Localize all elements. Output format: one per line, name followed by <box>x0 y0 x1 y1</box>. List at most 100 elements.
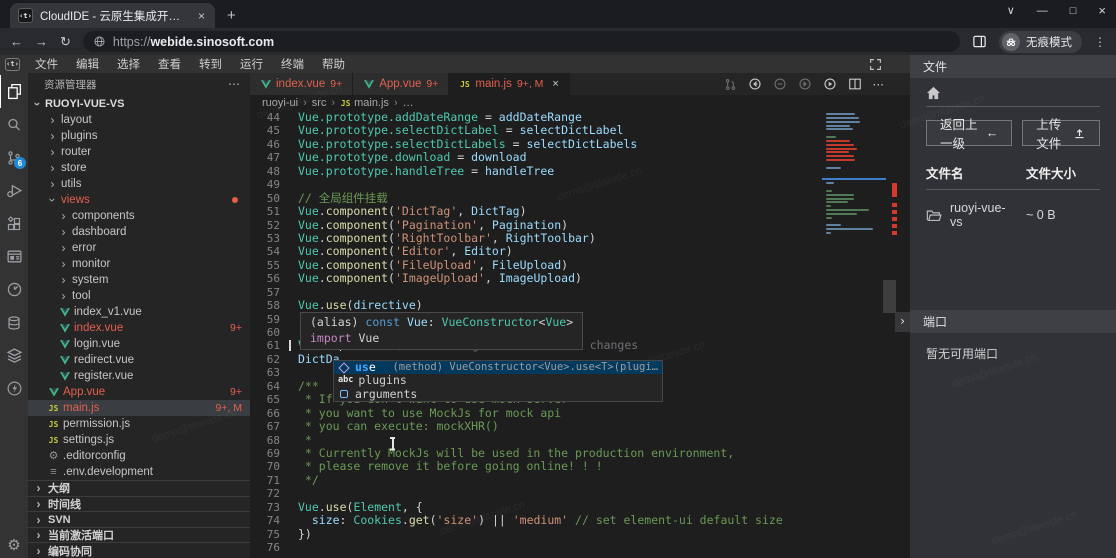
window-maximize-icon[interactable]: □ <box>1070 5 1077 17</box>
search-icon[interactable] <box>0 108 28 141</box>
browser-tab[interactable]: ‹t› CloudIDE - 云原生集成开发环境 × <box>10 3 215 28</box>
menu-查看[interactable]: 查看 <box>149 56 190 72</box>
tree-item-error[interactable]: ›error <box>28 240 250 256</box>
tree-item-permission.js[interactable]: JSpermission.js <box>28 416 250 432</box>
tree-item-.editorconfig[interactable]: ⚙.editorconfig <box>28 448 250 464</box>
section-大纲[interactable]: ›大纲 <box>28 480 250 496</box>
ports-header[interactable]: 端口 <box>910 310 1116 333</box>
section-时间线[interactable]: ›时间线 <box>28 496 250 512</box>
window-menu-icon[interactable]: ∨ <box>1007 4 1015 17</box>
nav-forward-icon[interactable] <box>798 77 812 91</box>
tree-item-main.js[interactable]: JSmain.js9+, M <box>28 400 250 416</box>
browser-menu-icon[interactable]: ⋮ <box>1094 35 1106 49</box>
tree-item-settings.js[interactable]: JSsettings.js <box>28 432 250 448</box>
address-bar[interactable]: https://webide.sinosoft.com <box>83 31 960 52</box>
tree-item-tool[interactable]: ›tool <box>28 288 250 304</box>
back-parent-button[interactable]: 返回上一级← <box>926 120 1012 146</box>
breadcrumb-ruoyi-ui[interactable]: ruoyi-ui <box>262 97 298 109</box>
column-filename[interactable]: 文件名 <box>926 163 1026 182</box>
section-编码协同[interactable]: ›编码协同 <box>28 542 250 558</box>
tree-item-.env.development[interactable]: ≡.env.development <box>28 464 250 480</box>
split-editor-icon[interactable] <box>848 77 862 91</box>
menu-转到[interactable]: 转到 <box>190 56 231 72</box>
tree-item-views[interactable]: ›views <box>28 192 250 208</box>
tree-item-layout[interactable]: ›layout <box>28 112 250 128</box>
home-icon[interactable] <box>926 86 1100 100</box>
project-root[interactable]: › RUOYI-VUE-VS <box>28 95 250 112</box>
tree-item-App.vue[interactable]: App.vue9+ <box>28 384 250 400</box>
tab-close-icon[interactable]: × <box>196 9 207 23</box>
code-line: Vue.prototype.selectDictLabels = selectD… <box>298 138 637 151</box>
menu-帮助[interactable]: 帮助 <box>313 56 354 72</box>
upload-file-button[interactable]: 上传文件 <box>1022 120 1100 146</box>
editor-scrollbar[interactable] <box>883 280 896 313</box>
fullscreen-icon[interactable] <box>869 58 882 71</box>
menu-选择[interactable]: 选择 <box>108 56 149 72</box>
site-info-icon[interactable] <box>93 35 106 48</box>
column-filesize[interactable]: 文件大小 <box>1026 163 1100 182</box>
line-number: 45 <box>250 124 280 137</box>
extensions-icon[interactable] <box>0 207 28 240</box>
tree-item-redirect.vue[interactable]: redirect.vue <box>28 352 250 368</box>
side-panel-icon[interactable] <box>972 34 987 49</box>
database-icon[interactable] <box>0 306 28 339</box>
tree-item-utils[interactable]: ›utils <box>28 176 250 192</box>
breadcrumb-src[interactable]: src <box>312 97 327 109</box>
editor-tab-App.vue[interactable]: App.vue9+ <box>353 73 449 95</box>
tree-item-store[interactable]: ›store <box>28 160 250 176</box>
tree-item-monitor[interactable]: ›monitor <box>28 256 250 272</box>
preview-window-icon[interactable] <box>0 240 28 273</box>
settings-gear-icon[interactable]: ⚙ <box>7 536 20 554</box>
breadcrumb-…[interactable]: … <box>403 97 414 109</box>
menu-文件[interactable]: 文件 <box>26 56 67 72</box>
menu-编辑[interactable]: 编辑 <box>67 56 108 72</box>
menu-终端[interactable]: 终端 <box>272 56 313 72</box>
explorer-icon[interactable] <box>0 75 28 108</box>
explorer-more-icon[interactable]: ⋯ <box>228 77 240 91</box>
git-compare-icon[interactable] <box>724 78 737 91</box>
editor-more-icon[interactable]: ⋯ <box>873 77 885 91</box>
tree-item-index_v1.vue[interactable]: index_v1.vue <box>28 304 250 320</box>
run-debug-icon[interactable] <box>0 174 28 207</box>
menu-运行[interactable]: 运行 <box>231 56 272 72</box>
tab-close-icon[interactable]: × <box>552 78 558 90</box>
editor-tab-main.js[interactable]: JSmain.js9+, M× <box>449 73 569 95</box>
nav-circle-icon[interactable] <box>773 77 787 91</box>
tree-item-router[interactable]: ›router <box>28 144 250 160</box>
section-SVN[interactable]: ›SVN <box>28 511 250 527</box>
section-当前激活端口[interactable]: ›当前激活端口 <box>28 527 250 543</box>
forward-icon[interactable]: → <box>35 34 48 49</box>
breadcrumb[interactable]: ruoyi-ui›src›JSmain.js›… <box>250 95 910 111</box>
tree-item-login.vue[interactable]: login.vue <box>28 336 250 352</box>
editor-tab-index.vue[interactable]: index.vue9+ <box>250 73 353 95</box>
lightning-icon[interactable] <box>0 372 28 405</box>
layers-icon[interactable] <box>0 339 28 372</box>
monitor-clock-icon[interactable] <box>0 273 28 306</box>
tree-item-system[interactable]: ›system <box>28 272 250 288</box>
tree-item-dashboard[interactable]: ›dashboard <box>28 224 250 240</box>
line-number: 54 <box>250 245 280 258</box>
suggest-item-arguments[interactable]: arguments <box>334 388 662 401</box>
chevron-icon: › <box>48 177 57 191</box>
tree-item-components[interactable]: ›components <box>28 208 250 224</box>
window-minimize-icon[interactable]: — <box>1037 5 1048 17</box>
breadcrumb-main.js[interactable]: JSmain.js <box>340 97 389 109</box>
suggest-widget[interactable]: use(method) VueConstructor<Vue>.use<T>(p… <box>333 360 663 402</box>
run-file-icon[interactable] <box>823 77 837 91</box>
window-close-icon[interactable]: × <box>1098 3 1106 18</box>
back-icon[interactable]: ← <box>10 34 23 49</box>
file-row-ruoyi-vue-vs[interactable]: ruoyi-vue-vs~ 0 B <box>926 201 1100 229</box>
tree-item-index.vue[interactable]: index.vue9+ <box>28 320 250 336</box>
source-control-icon[interactable]: 6 <box>0 141 28 174</box>
minimap[interactable] <box>826 113 884 240</box>
chevron-down-icon: › <box>31 99 45 108</box>
reload-icon[interactable]: ↻ <box>60 34 71 50</box>
tree-item-register.vue[interactable]: register.vue <box>28 368 250 384</box>
code-editor[interactable]: 44Vue.prototype.addDateRange = addDateRa… <box>250 111 910 558</box>
vue-file-icon <box>59 372 70 381</box>
browser-tab-title: CloudIDE - 云原生集成开发环境 <box>40 8 189 24</box>
nav-back-icon[interactable] <box>748 77 762 91</box>
tree-item-plugins[interactable]: ›plugins <box>28 128 250 144</box>
expand-panel-icon[interactable]: › <box>895 312 910 332</box>
new-tab-button[interactable]: + <box>227 7 236 28</box>
